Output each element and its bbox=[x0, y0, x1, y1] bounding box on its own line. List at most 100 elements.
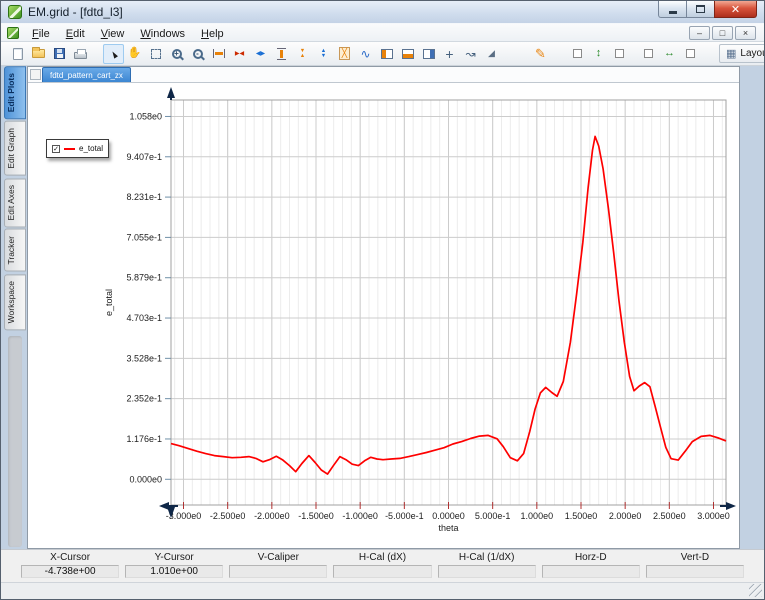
open-file-icon[interactable] bbox=[28, 44, 49, 64]
expand-vertical-icon[interactable]: ▲▼ bbox=[313, 44, 334, 64]
svg-text:-2.500e0: -2.500e0 bbox=[210, 511, 246, 521]
side-strip-track bbox=[8, 336, 22, 547]
maximize-button[interactable] bbox=[687, 1, 714, 18]
chart-region: -3.000e0-2.500e0-2.000e0-1.500e0-1.000e0… bbox=[28, 83, 739, 548]
status-field-y-cursor: Y-Cursor1.010e+00 bbox=[125, 552, 223, 582]
status-field-vert-d: Vert-D bbox=[646, 552, 744, 582]
status-field-v-caliper: V-Caliper bbox=[229, 552, 327, 582]
new-document-icon[interactable] bbox=[7, 44, 28, 64]
svg-text:9.407e-1: 9.407e-1 bbox=[126, 152, 162, 162]
zoom-in-icon[interactable]: + bbox=[166, 44, 187, 64]
legend-series-label: e_total bbox=[79, 144, 103, 153]
layout-button[interactable]: ▦Layout▾ bbox=[719, 44, 765, 63]
tab-list-button[interactable] bbox=[30, 69, 41, 80]
h-fit-arrows-icon[interactable]: ↔ bbox=[659, 44, 680, 64]
zoom-box-icon[interactable] bbox=[145, 44, 166, 64]
close-icon: ✕ bbox=[731, 3, 740, 16]
svg-text:-2.000e0: -2.000e0 bbox=[254, 511, 290, 521]
document-icon bbox=[7, 27, 19, 39]
svg-text:7.055e-1: 7.055e-1 bbox=[126, 232, 162, 242]
panel-right-icon[interactable] bbox=[418, 44, 439, 64]
mdi-window-buttons: –□× bbox=[689, 26, 756, 40]
menu-item-help[interactable]: Help bbox=[193, 26, 232, 42]
side-tab-workspace[interactable]: Workspace bbox=[4, 274, 26, 330]
v-fit-checkbox-right[interactable] bbox=[609, 44, 630, 64]
side-tab-edit-axes[interactable]: Edit Axes bbox=[4, 178, 26, 227]
fit-height-icon[interactable] bbox=[271, 44, 292, 64]
svg-text:1.500e0: 1.500e0 bbox=[565, 511, 598, 521]
collapse-horizontal-icon[interactable]: ▶◀ bbox=[229, 44, 250, 64]
collapse-vertical-icon[interactable]: ▼▲ bbox=[292, 44, 313, 64]
toolbar: ▲✋+-▶◀◀▶▼▲▲▼╳∿+↝◢✎↕↔▦Layout▾ bbox=[1, 42, 764, 66]
save-icon[interactable] bbox=[49, 44, 70, 64]
svg-text:1.058e0: 1.058e0 bbox=[129, 111, 162, 121]
svg-text:theta: theta bbox=[438, 523, 458, 533]
tracker-curve-icon[interactable]: ↝ bbox=[460, 44, 481, 64]
svg-text:-5.000e-1: -5.000e-1 bbox=[385, 511, 424, 521]
h-fit-checkbox-left[interactable] bbox=[638, 44, 659, 64]
layout-button-label: Layout bbox=[740, 48, 765, 59]
minimize-icon bbox=[669, 11, 677, 14]
v-fit-checkbox-left[interactable] bbox=[567, 44, 588, 64]
mdi-restore-button[interactable]: □ bbox=[712, 26, 733, 40]
fit-width-icon[interactable] bbox=[208, 44, 229, 64]
status-value: 1.010e+00 bbox=[125, 565, 223, 578]
chart-legend: ✓ e_total bbox=[46, 139, 109, 158]
title-bar: EM.grid - [fdtd_l3] ✕ bbox=[1, 1, 764, 23]
status-label: Horz-D bbox=[542, 552, 640, 565]
side-tab-tracker[interactable]: Tracker bbox=[4, 229, 26, 272]
svg-text:2.352e-1: 2.352e-1 bbox=[126, 394, 162, 404]
mdi-close-button[interactable]: × bbox=[735, 26, 756, 40]
svg-text:-1.000e0: -1.000e0 bbox=[342, 511, 378, 521]
menu-bar: FileEditViewWindowsHelp –□× bbox=[1, 23, 764, 42]
status-label: Y-Cursor bbox=[125, 552, 223, 565]
legend-checkbox[interactable]: ✓ bbox=[52, 145, 60, 153]
status-value bbox=[646, 565, 744, 578]
side-tab-edit-graph[interactable]: Edit Graph bbox=[4, 121, 26, 176]
panel-left-icon[interactable] bbox=[376, 44, 397, 64]
svg-text:0.000e0: 0.000e0 bbox=[432, 511, 465, 521]
svg-text:5.000e-1: 5.000e-1 bbox=[475, 511, 511, 521]
status-value bbox=[229, 565, 327, 578]
svg-text:-1.500e0: -1.500e0 bbox=[298, 511, 334, 521]
side-tab-edit-plots[interactable]: Edit Plots bbox=[4, 66, 26, 119]
legend-line-sample bbox=[64, 148, 75, 150]
svg-text:3.528e-1: 3.528e-1 bbox=[126, 353, 162, 363]
menu-item-windows[interactable]: Windows bbox=[132, 26, 193, 42]
expand-horizontal-icon[interactable]: ◀▶ bbox=[250, 44, 271, 64]
status-label: H-Cal (1/dX) bbox=[438, 552, 536, 565]
status-value bbox=[333, 565, 431, 578]
svg-text:2.500e0: 2.500e0 bbox=[653, 511, 686, 521]
peak-marker-icon[interactable]: ◢ bbox=[481, 44, 502, 64]
v-fit-arrows-icon[interactable]: ↕ bbox=[588, 44, 609, 64]
maximize-icon bbox=[696, 5, 705, 13]
chart-svg[interactable]: -3.000e0-2.500e0-2.000e0-1.500e0-1.000e0… bbox=[28, 83, 739, 548]
crosshair-icon[interactable]: + bbox=[439, 44, 460, 64]
cursor-status-bar: X-Cursor-4.738e+00 Y-Cursor1.010e+00 V-Cal… bbox=[1, 549, 764, 582]
resize-grip[interactable] bbox=[749, 584, 762, 597]
close-button[interactable]: ✕ bbox=[714, 1, 757, 18]
pan-hand-icon[interactable]: ✋ bbox=[124, 44, 145, 64]
document-area: fdtd_pattern_cart_zx -3.000e0-2.500e0-2.… bbox=[27, 66, 740, 549]
status-label: X-Cursor bbox=[21, 552, 119, 565]
mdi-minimize-button[interactable]: – bbox=[689, 26, 710, 40]
sine-wave-icon[interactable]: ∿ bbox=[355, 44, 376, 64]
print-icon[interactable] bbox=[70, 44, 91, 64]
menu-item-file[interactable]: File bbox=[24, 26, 58, 42]
zoom-out-icon[interactable]: - bbox=[187, 44, 208, 64]
autoscale-icon[interactable]: ╳ bbox=[334, 44, 355, 64]
document-tab[interactable]: fdtd_pattern_cart_zx bbox=[42, 67, 131, 82]
main-area: Edit PlotsEdit GraphEdit AxesTrackerWork… bbox=[1, 66, 764, 549]
minimize-button[interactable] bbox=[658, 1, 687, 18]
menu-item-view[interactable]: View bbox=[93, 26, 133, 42]
edit-pencil-icon[interactable]: ✎ bbox=[530, 44, 551, 64]
svg-text:0.000e0: 0.000e0 bbox=[129, 474, 162, 484]
svg-text:3.000e0: 3.000e0 bbox=[697, 511, 730, 521]
side-tab-strip: Edit PlotsEdit GraphEdit AxesTrackerWork… bbox=[4, 66, 26, 549]
h-fit-checkbox-right[interactable] bbox=[680, 44, 701, 64]
status-label: V-Caliper bbox=[229, 552, 327, 565]
pointer-tool-icon[interactable]: ▲ bbox=[103, 44, 124, 64]
panel-bottom-icon[interactable] bbox=[397, 44, 418, 64]
menu-item-edit[interactable]: Edit bbox=[58, 26, 93, 42]
status-value: -4.738e+00 bbox=[21, 565, 119, 578]
